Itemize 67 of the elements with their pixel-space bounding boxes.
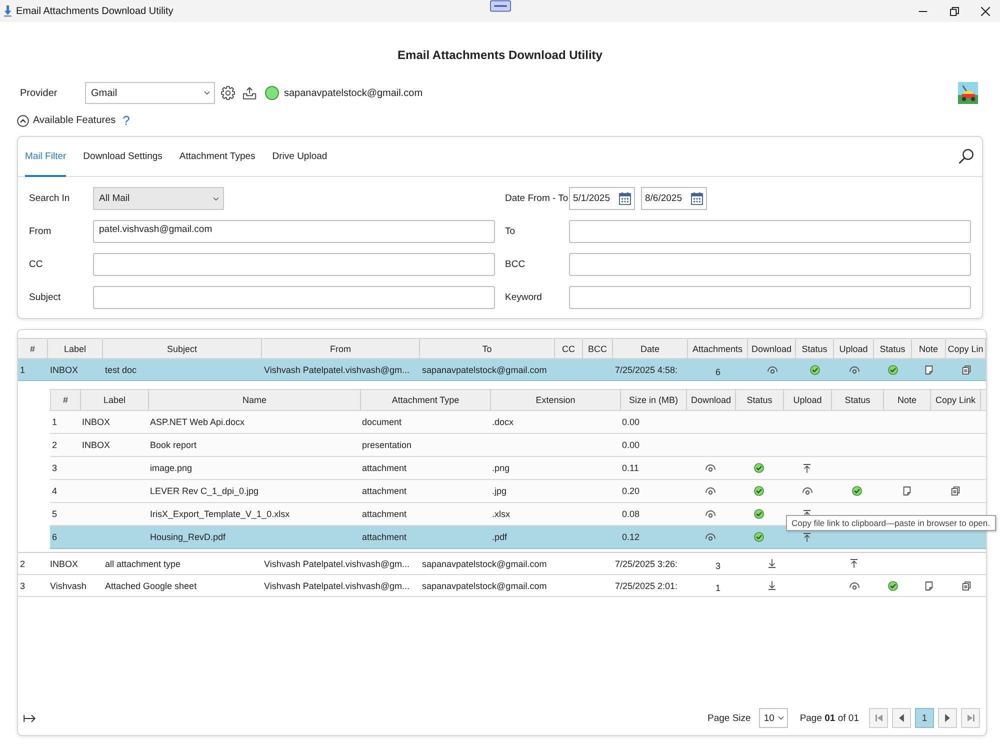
account-email: sapanavpatelstock@gmail.com	[284, 88, 423, 98]
field-label: CC	[29, 259, 44, 270]
row-number: 1	[19, 364, 26, 376]
subject-cell-text: all attachment type	[104, 558, 182, 571]
size-cell-text: 0.11	[621, 462, 640, 475]
row-number: 2	[51, 439, 58, 452]
sender-cell-text: Vishvash Patelpatel.vishvash@gm...	[263, 364, 411, 377]
type-cell-text: presentation	[361, 439, 413, 452]
field-label: From	[29, 226, 52, 237]
row-number: 5	[51, 508, 58, 521]
file-name-cell-text: Book report	[149, 439, 198, 452]
recipient-cell-text: sapanavpatelstock@gmail.com	[421, 558, 548, 571]
file-name-cell-text: Housing_RevD.pdf	[149, 531, 227, 544]
recipient-cell-text: sapanavpatelstock@gmail.com	[421, 580, 548, 593]
row-number: 3	[51, 462, 58, 475]
label-cell-text: INBOX	[49, 558, 80, 570]
label-cell-text: INBOX	[49, 364, 80, 376]
provider-label: Provider	[20, 88, 58, 98]
attachment-count: 3	[714, 560, 722, 573]
row-number: 2	[19, 558, 26, 570]
app-heading: Email Attachments Download Utility	[396, 47, 604, 63]
size-cell-text: 0.12	[621, 531, 641, 544]
field-label: Search In	[29, 193, 71, 204]
extension-cell-text: .png	[491, 462, 511, 475]
field-label: Keyword	[505, 292, 543, 303]
type-cell-text: attachment	[361, 508, 408, 521]
label-cell-text: Vishvash	[49, 580, 88, 592]
field-label: Date From - To	[505, 193, 569, 204]
label-cell-text: INBOX	[81, 416, 112, 429]
file-name-cell-text: ASP.NET Web Api.docx	[149, 416, 246, 429]
subject-cell-text: test doc	[104, 364, 138, 376]
file-name-cell-text: LEVER Rev C_1_dpi_0.jpg	[149, 485, 260, 498]
size-cell-text: 0.08	[621, 508, 641, 521]
tooltip: Copy file link to clipboard—paste in browser to open.	[786, 515, 996, 531]
attachment-count: 1	[714, 582, 722, 595]
page-size-label: Page Size	[708, 712, 751, 724]
field-label: Subject	[29, 292, 62, 303]
window-title: Email Attachments Download Utility	[16, 6, 174, 16]
attachment-count: 6	[714, 366, 722, 379]
size-cell-text: 0.00	[621, 416, 641, 429]
field-label: To	[505, 226, 516, 237]
sender-cell-text: Vishvash Patelpatel.vishvash@gm...	[263, 580, 411, 593]
row-number: 6	[51, 531, 58, 544]
type-cell-text: attachment	[361, 531, 408, 544]
label-cell-text: INBOX	[81, 439, 112, 452]
subject-cell-text: Attached Google sheet	[104, 580, 198, 593]
file-name-cell-text: IrisX_Export_Template_V_1_0.xlsx	[149, 508, 291, 521]
extension-cell-text: .pdf	[491, 531, 508, 544]
size-cell-text: 0.20	[621, 485, 641, 498]
size-cell-text: 0.00	[621, 439, 641, 452]
extension-cell-text: .xlsx	[491, 508, 511, 521]
type-cell-text: attachment	[361, 462, 408, 475]
row-number: 3	[19, 580, 26, 592]
date-cell-text: 7/25/2025 2:01:	[614, 580, 679, 592]
page-summary: Page 01 of 01	[800, 712, 859, 724]
recipient-cell-text: sapanavpatelstock@gmail.com	[421, 364, 548, 377]
type-cell-text: document	[361, 416, 403, 429]
extension-cell-text: .docx	[491, 416, 515, 429]
sender-cell-text: Vishvash Patelpatel.vishvash@gm...	[263, 558, 411, 571]
row-number: 4	[51, 485, 58, 498]
file-name-cell-text: image.png	[149, 462, 194, 475]
date-cell-text: 7/25/2025 4:58:	[614, 364, 679, 376]
type-cell-text: attachment	[361, 485, 408, 498]
field-label: BCC	[505, 259, 526, 270]
extension-cell-text: .jpg	[491, 485, 508, 498]
row-number: 1	[51, 416, 58, 429]
date-cell-text: 7/25/2025 3:26:	[614, 558, 679, 570]
